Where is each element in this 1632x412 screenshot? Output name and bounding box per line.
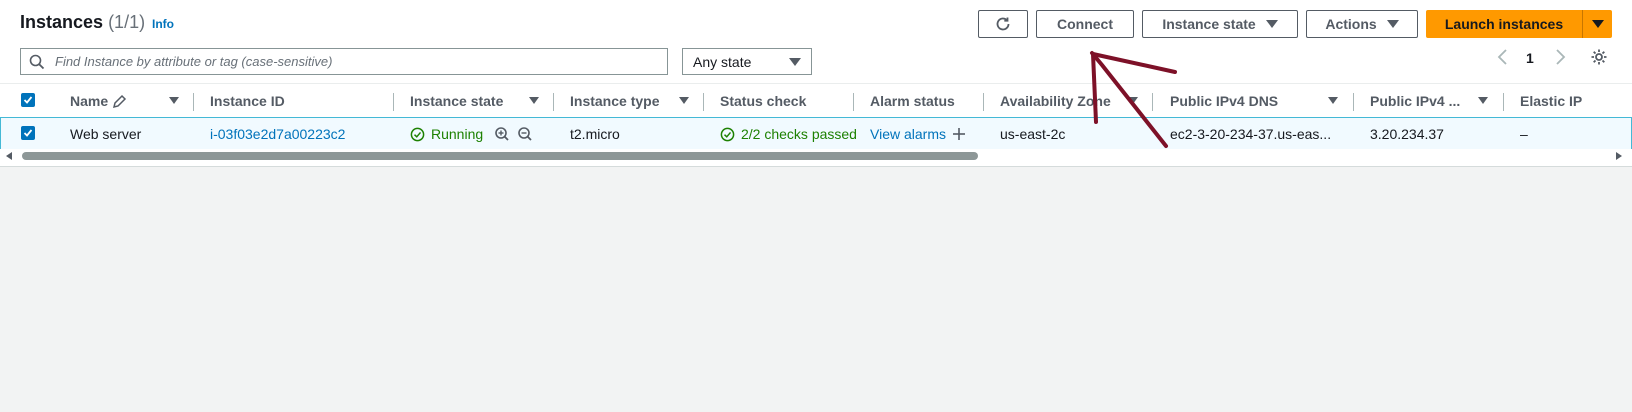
instance-state-button[interactable]: Instance state [1142, 10, 1298, 38]
horizontal-scrollbar[interactable] [0, 149, 1632, 163]
column-header-instance-id[interactable]: Instance ID [210, 84, 285, 118]
checkmark-icon [23, 96, 33, 104]
sort-icon[interactable] [1128, 97, 1138, 104]
column-label: Alarm status [870, 93, 955, 109]
caret-down-icon [1591, 20, 1604, 28]
column-header-alarm-status[interactable]: Alarm status [870, 84, 955, 118]
caret-down-icon [1386, 20, 1399, 28]
launch-dropdown-button[interactable] [1582, 10, 1612, 38]
cell-elastic-ip: – [1520, 126, 1528, 142]
cell-instance-type: t2.micro [570, 126, 620, 142]
column-label: Public IPv4 DNS [1170, 93, 1279, 109]
page-title: Instances (1/1) [20, 12, 145, 33]
zoom-in-icon[interactable] [494, 118, 510, 150]
refresh-button[interactable] [978, 10, 1028, 38]
column-divider[interactable] [193, 93, 194, 111]
column-label: Instance ID [210, 93, 285, 109]
check-circle-icon [410, 127, 425, 141]
current-page[interactable]: 1 [1526, 50, 1534, 66]
column-header-public-dns[interactable]: Public IPv4 DNS [1170, 84, 1278, 118]
sort-icon[interactable] [679, 97, 689, 104]
status-check-label: 2/2 checks passed [741, 126, 857, 142]
sort-icon[interactable] [1478, 97, 1488, 104]
actions-label: Actions [1325, 16, 1377, 32]
column-label: Instance type [570, 93, 660, 109]
connect-label: Connect [1057, 16, 1113, 32]
scroll-left-icon[interactable] [6, 152, 12, 160]
settings-gear-icon[interactable] [1590, 48, 1608, 66]
cell-public-ipv4: 3.20.234.37 [1370, 126, 1444, 142]
sort-icon[interactable] [529, 97, 539, 104]
column-header-instance-type[interactable]: Instance type [570, 84, 659, 118]
instance-count: (1/1) [108, 12, 146, 32]
actions-button[interactable]: Actions [1306, 10, 1418, 38]
state-label: Running [431, 126, 484, 142]
column-divider[interactable] [853, 93, 854, 111]
scrollbar-thumb[interactable] [22, 152, 978, 160]
caret-down-icon [1265, 20, 1278, 28]
previous-page-icon[interactable] [1496, 48, 1510, 66]
table-row[interactable]: Web server i-03f03e2d7a00223c2 Running t… [0, 117, 1632, 151]
state-filter-select[interactable]: Any state [682, 48, 812, 75]
launch-instances-button[interactable]: Launch instances [1426, 10, 1582, 38]
column-divider[interactable] [393, 93, 394, 111]
row-checkbox[interactable] [21, 126, 35, 140]
cell-name: Web server [70, 126, 142, 142]
column-header-availability-zone[interactable]: Availability Zone [1000, 84, 1111, 118]
select-all-checkbox[interactable] [21, 93, 35, 107]
sort-icon[interactable] [169, 97, 179, 104]
view-alarms-link[interactable]: View alarms [870, 118, 946, 150]
state-filter-value: Any state [693, 53, 752, 70]
column-label: Elastic IP [1520, 93, 1583, 109]
column-label: Availability Zone [1000, 93, 1111, 109]
cell-availability-zone: us-east-2c [1000, 126, 1066, 142]
launch-label: Launch instances [1444, 16, 1564, 32]
column-divider[interactable] [1503, 93, 1504, 111]
sort-icon[interactable] [1328, 97, 1338, 104]
column-header-instance-state[interactable]: Instance state [410, 84, 503, 118]
column-label: Public IPv4 ... [1370, 93, 1461, 109]
edit-pencil-icon [113, 94, 127, 109]
column-divider[interactable] [703, 93, 704, 111]
cell-public-dns: ec2-3-20-234-37.us-eas... [1170, 126, 1332, 142]
column-label: Status check [720, 93, 807, 109]
column-label: Instance state [410, 93, 504, 109]
search-box[interactable] [20, 48, 668, 75]
instance-state-label: Instance state [1162, 16, 1256, 32]
column-divider[interactable] [1353, 93, 1354, 111]
column-header-elastic-ip[interactable]: Elastic IP [1520, 84, 1582, 118]
scroll-right-icon[interactable] [1616, 152, 1622, 160]
cell-instance-state: Running [410, 118, 483, 150]
instance-id-link[interactable]: i-03f03e2d7a00223c2 [210, 118, 345, 150]
search-icon [29, 54, 45, 69]
column-label: Name [70, 93, 109, 109]
zoom-out-icon[interactable] [517, 118, 533, 150]
search-input[interactable] [53, 53, 657, 70]
connect-button[interactable]: Connect [1036, 10, 1134, 38]
instances-panel: Instances (1/1) Info Connect Instance st… [0, 0, 1632, 167]
column-header-public-ipv4[interactable]: Public IPv4 ... [1370, 84, 1460, 118]
column-divider[interactable] [983, 93, 984, 111]
add-alarm-icon[interactable] [952, 118, 966, 150]
info-link[interactable]: Info [152, 17, 174, 31]
caret-down-icon [789, 57, 801, 66]
refresh-icon [996, 17, 1010, 31]
table-header: Name Instance ID Instance state Instance… [0, 83, 1632, 119]
title-text: Instances [20, 12, 104, 32]
check-circle-icon [720, 127, 735, 141]
cell-status-check: 2/2 checks passed [720, 118, 857, 150]
next-page-icon[interactable] [1553, 48, 1567, 66]
checkmark-icon [23, 129, 33, 137]
column-header-name[interactable]: Name [70, 84, 128, 118]
column-divider[interactable] [553, 93, 554, 111]
column-header-status-check[interactable]: Status check [720, 84, 806, 118]
column-divider[interactable] [1152, 93, 1153, 111]
